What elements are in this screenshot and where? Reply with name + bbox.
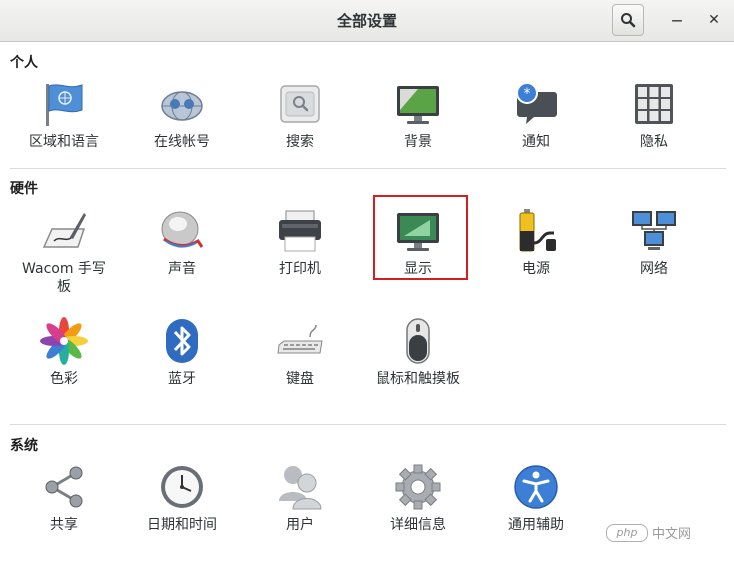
section-title-hardware: 硬件 — [10, 181, 38, 197]
wacom-tablet-icon — [42, 213, 86, 248]
close-icon: ✕ — [708, 12, 720, 28]
settings-item-power[interactable]: 电源 — [477, 203, 595, 303]
online-accounts-icon — [161, 91, 203, 121]
keyboard-icon — [277, 324, 323, 354]
settings-item-label: 鼠标和触摸板 — [376, 371, 460, 387]
watermark-logo: php — [606, 523, 648, 542]
mouse-icon — [406, 318, 430, 364]
settings-item-label: 背景 — [404, 134, 432, 150]
settings-item-sound[interactable]: 声音 — [123, 203, 241, 303]
notification-bubble-icon: * — [516, 82, 557, 124]
minimize-icon: — — [671, 13, 683, 27]
settings-item-label: 搜索 — [286, 134, 314, 150]
accessibility-icon — [514, 465, 558, 509]
section-title-personal: 个人 — [10, 55, 38, 71]
settings-item-label: 在线帐号 — [154, 134, 210, 150]
settings-item-online-accounts[interactable]: 在线帐号 — [123, 76, 241, 176]
minimize-button[interactable]: — — [663, 6, 691, 34]
settings-item-label: 日期和时间 — [147, 517, 217, 533]
selection-highlight — [373, 195, 468, 280]
network-icon — [632, 211, 676, 250]
settings-item-label: 通用辅助 — [508, 517, 564, 533]
settings-item-search[interactable]: 搜索 — [241, 76, 359, 176]
settings-item-bluetooth[interactable]: 蓝牙 — [123, 313, 241, 413]
battery-power-icon — [519, 209, 556, 252]
settings-item-region-language[interactable]: 区域和语言 — [5, 76, 123, 176]
flag-globe-icon — [46, 84, 83, 126]
settings-item-network[interactable]: 网络 — [595, 203, 713, 303]
settings-item-date-time[interactable]: 日期和时间 — [123, 459, 241, 559]
section-divider — [10, 168, 726, 169]
share-icon — [45, 466, 83, 508]
section-title-system: 系统 — [10, 438, 38, 454]
settings-item-label: 电源 — [522, 261, 550, 277]
settings-item-label: 共享 — [50, 517, 78, 533]
settings-item-label: 蓝牙 — [168, 371, 196, 387]
settings-item-privacy[interactable]: 隐私 — [595, 76, 713, 176]
title-bar: 全部设置 — ✕ — [0, 0, 734, 42]
privacy-lock-icon — [635, 84, 673, 124]
watermark: php 中文网 — [606, 523, 691, 542]
gear-details-icon — [395, 464, 441, 510]
settings-item-label: 用户 — [286, 517, 314, 533]
search-settings-icon — [280, 85, 320, 123]
settings-item-sharing[interactable]: 共享 — [5, 459, 123, 559]
search-icon — [621, 13, 636, 28]
settings-item-label: 打印机 — [279, 261, 321, 277]
settings-item-label: Wacom 手写板 — [22, 261, 106, 295]
users-icon — [279, 466, 322, 510]
settings-item-users[interactable]: 用户 — [241, 459, 359, 559]
search-button[interactable] — [612, 4, 644, 36]
settings-item-label: 区域和语言 — [29, 134, 99, 150]
background-monitor-icon — [397, 86, 439, 124]
settings-item-label: 声音 — [168, 261, 196, 277]
svg-text:*: * — [524, 86, 531, 102]
settings-item-notifications[interactable]: * 通知 — [477, 76, 595, 176]
settings-item-accessibility[interactable]: 通用辅助 — [477, 459, 595, 559]
speaker-icon — [161, 211, 204, 248]
watermark-text: 中文网 — [652, 527, 692, 542]
clock-icon — [161, 466, 203, 508]
settings-item-keyboard[interactable]: 键盘 — [241, 313, 359, 413]
close-button[interactable]: ✕ — [700, 6, 728, 34]
settings-item-background[interactable]: 背景 — [359, 76, 477, 176]
color-flower-icon — [40, 317, 88, 365]
settings-item-mouse-touchpad[interactable]: 鼠标和触摸板 — [359, 313, 477, 413]
printer-icon — [279, 210, 321, 252]
settings-item-label: 通知 — [522, 134, 550, 150]
settings-item-wacom-tablet[interactable]: Wacom 手写板 — [5, 203, 123, 303]
settings-item-details[interactable]: 详细信息 — [359, 459, 477, 559]
settings-item-label: 隐私 — [640, 134, 668, 150]
settings-item-printer[interactable]: 打印机 — [241, 203, 359, 303]
section-divider — [10, 424, 726, 425]
settings-item-label: 键盘 — [286, 371, 314, 387]
settings-item-color[interactable]: 色彩 — [5, 313, 123, 413]
bluetooth-icon — [166, 319, 198, 363]
settings-item-label: 网络 — [640, 261, 668, 277]
settings-item-label: 色彩 — [50, 371, 78, 387]
settings-item-label: 详细信息 — [390, 517, 446, 533]
